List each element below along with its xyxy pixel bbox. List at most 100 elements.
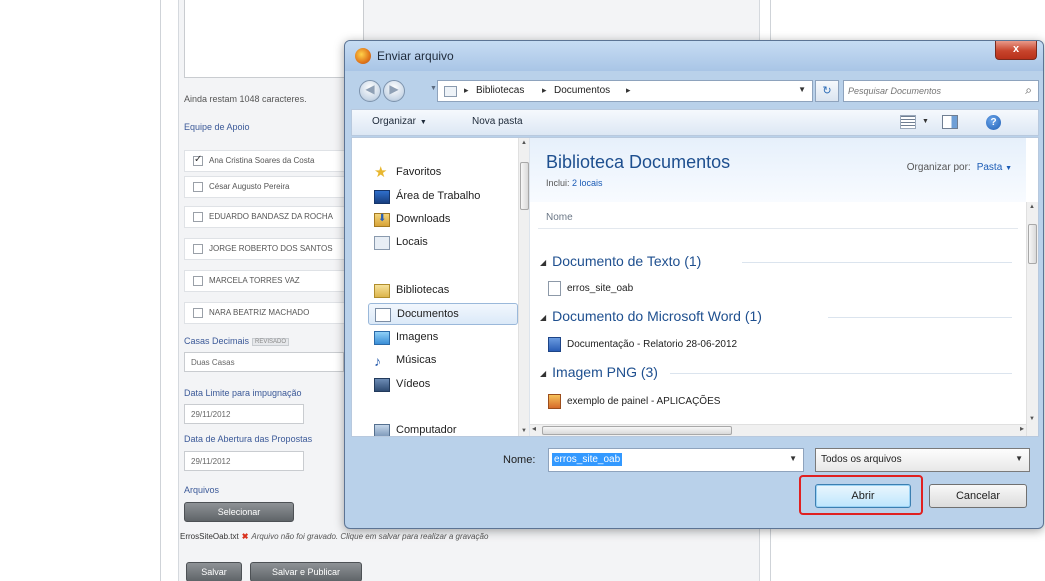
scroll-up-icon[interactable]: ▲ <box>1029 204 1035 210</box>
dialog-title: Enviar arquivo <box>377 49 454 63</box>
search-box[interactable]: ⌕ <box>843 80 1039 102</box>
deadline-input[interactable]: 29/11/2012 <box>184 404 304 424</box>
file-item[interactable]: erros_site_oab <box>548 281 633 296</box>
collapse-triangle-icon[interactable]: ◢ <box>540 369 546 378</box>
breadcrumb-documents[interactable]: Documentos <box>554 85 610 96</box>
nav-item-videos[interactable]: Vídeos <box>352 374 518 396</box>
group-header[interactable]: ◢ Documento do Microsoft Word (1) <box>540 308 762 324</box>
search-icon[interactable]: ⌕ <box>1025 83 1032 98</box>
team-member-name: JORGE ROBERTO DOS SANTOS <box>209 244 333 253</box>
scroll-down-icon[interactable]: ▼ <box>1029 416 1035 422</box>
file-item[interactable]: exemplo de painel - APLICAÇÕES <box>548 394 720 409</box>
breadcrumb-separator-icon[interactable]: ▸ <box>626 85 631 96</box>
arrange-by-dropdown[interactable]: Pasta ▼ <box>977 162 1012 173</box>
group-header[interactable]: ◢ Documento de Texto (1) <box>540 253 701 269</box>
scroll-left-icon[interactable]: ◂ <box>532 424 536 433</box>
nav-item-images[interactable]: Imagens <box>352 327 518 349</box>
filetype-select[interactable]: Todos os arquivos ▼ <box>815 448 1030 472</box>
nav-item-documents[interactable]: Documentos <box>368 303 518 325</box>
save-button[interactable]: Salvar <box>186 562 242 581</box>
nav-item-label: Computador <box>396 424 457 436</box>
nav-item-libraries[interactable]: Bibliotecas <box>352 280 518 302</box>
breadcrumb-libraries[interactable]: Bibliotecas <box>476 85 524 96</box>
arrange-by-value: Pasta <box>976 162 1003 173</box>
back-button[interactable]: ◀ <box>359 80 381 102</box>
collapse-triangle-icon[interactable]: ◢ <box>540 258 546 267</box>
chevron-down-icon[interactable]: ▼ <box>922 118 929 125</box>
team-member-checkbox[interactable] <box>193 182 203 192</box>
nav-item-computer[interactable]: Computador <box>352 420 518 436</box>
organize-menu[interactable]: Organizar ▼ <box>372 116 427 127</box>
group-header[interactable]: ◢ Imagem PNG (3) <box>540 364 658 380</box>
search-input[interactable] <box>848 83 1008 99</box>
collapse-triangle-icon[interactable]: ◢ <box>540 313 546 322</box>
team-member-checkbox[interactable] <box>193 276 203 286</box>
nav-item-music[interactable]: ♪ Músicas <box>352 350 518 372</box>
nav-scrollbar[interactable]: ▲ ▼ <box>518 138 529 436</box>
select-file-button[interactable]: Selecionar <box>184 502 294 522</box>
file-list-pane: Biblioteca Documentos Inclui: 2 locais O… <box>530 138 1038 436</box>
team-member-row[interactable]: MARCELA TORRES VAZ <box>184 270 354 292</box>
nav-item-downloads[interactable]: Downloads <box>352 209 518 231</box>
preview-pane-icon[interactable] <box>942 115 958 129</box>
file-list-hscrollbar[interactable]: ◂ ▸ <box>530 424 1026 436</box>
team-member-checkbox[interactable] <box>193 308 203 318</box>
team-member-row[interactable]: JORGE ROBERTO DOS SANTOS <box>184 238 354 260</box>
nav-item-locais[interactable]: Locais <box>352 232 518 254</box>
cancel-button[interactable]: Cancelar <box>929 484 1027 508</box>
scroll-down-icon[interactable]: ▼ <box>521 428 527 434</box>
scroll-thumb[interactable] <box>1028 224 1037 264</box>
scroll-up-icon[interactable]: ▲ <box>521 140 527 146</box>
chevron-down-icon[interactable]: ▼ <box>789 454 797 463</box>
word-file-icon <box>548 337 561 352</box>
arrange-by: Organizar por: Pasta ▼ <box>907 162 1012 173</box>
new-folder-button[interactable]: Nova pasta <box>472 116 523 127</box>
address-dropdown-icon[interactable]: ▼ <box>798 85 806 94</box>
file-name: exemplo de painel - APLICAÇÕES <box>567 396 721 408</box>
column-header-name[interactable]: Nome <box>546 212 573 223</box>
file-name: Documentação - Relatorio 28-06-2012 <box>567 339 738 351</box>
group-divider <box>742 262 1012 263</box>
nav-item-label: Documentos <box>397 308 459 320</box>
file-dialog: Enviar arquivo x ◀ ▶ ▼ ▸ Bibliotecas ▸ D… <box>344 40 1044 529</box>
team-member-checkbox[interactable] <box>193 244 203 254</box>
breadcrumb-separator-icon[interactable]: ▸ <box>464 85 469 96</box>
file-list-scrollbar[interactable]: ▲ ▼ <box>1026 202 1038 436</box>
file-item[interactable]: Documentação - Relatorio 28-06-2012 <box>548 337 737 352</box>
team-member-checkbox[interactable] <box>193 154 203 166</box>
includes-locations-link[interactable]: 2 locais <box>572 178 603 188</box>
help-icon[interactable]: ? <box>986 115 1001 130</box>
nav-item-desktop[interactable]: Área de Trabalho <box>352 186 518 208</box>
library-title: Biblioteca Documentos <box>546 152 731 172</box>
opening-input[interactable]: 29/11/2012 <box>184 451 304 471</box>
forward-arrow-icon: ▶ <box>389 82 399 96</box>
close-button[interactable]: x <box>995 41 1037 60</box>
nav-item-label: Músicas <box>396 354 437 366</box>
open-button-highlight <box>799 475 923 515</box>
nav-item-favorites[interactable]: ★ Favoritos <box>352 162 518 184</box>
library-header: Biblioteca Documentos Inclui: 2 locais O… <box>530 138 1026 202</box>
team-member-row[interactable]: César Augusto Pereira <box>184 176 354 198</box>
address-bar[interactable]: ▸ Bibliotecas ▸ Documentos ▸ ▼ <box>437 80 813 102</box>
dialog-titlebar[interactable]: Enviar arquivo x <box>345 41 1043 71</box>
downloads-icon <box>374 213 390 227</box>
team-member-row[interactable]: EDUARDO BANDASZ DA ROCHA <box>184 206 354 228</box>
description-textarea[interactable] <box>184 0 364 78</box>
filename-value: erros_site_oab <box>552 453 623 466</box>
scroll-right-icon[interactable]: ▸ <box>1020 424 1024 433</box>
team-member-row[interactable]: Ana Cristina Soares da Costa <box>184 150 354 172</box>
scroll-thumb[interactable] <box>520 162 529 210</box>
history-dropdown-icon[interactable]: ▼ <box>430 85 437 92</box>
upload-status: ErrosSiteOab.txt ✖ Arquivo não foi gravado… <box>180 532 488 541</box>
scroll-thumb[interactable] <box>542 426 732 435</box>
filename-input[interactable]: erros_site_oab ▼ <box>548 448 804 472</box>
view-options-icon[interactable] <box>900 115 916 129</box>
forward-button[interactable]: ▶ <box>383 80 405 102</box>
decimals-badge: REVISADO <box>252 337 290 346</box>
breadcrumb-separator-icon[interactable]: ▸ <box>542 85 547 96</box>
team-member-checkbox[interactable] <box>193 212 203 222</box>
save-publish-button[interactable]: Salvar e Publicar <box>250 562 362 581</box>
team-member-row[interactable]: NARA BEATRIZ MACHADO <box>184 302 354 324</box>
refresh-button[interactable]: ↻ <box>815 80 839 102</box>
decimals-select[interactable]: Duas Casas <box>184 352 344 372</box>
